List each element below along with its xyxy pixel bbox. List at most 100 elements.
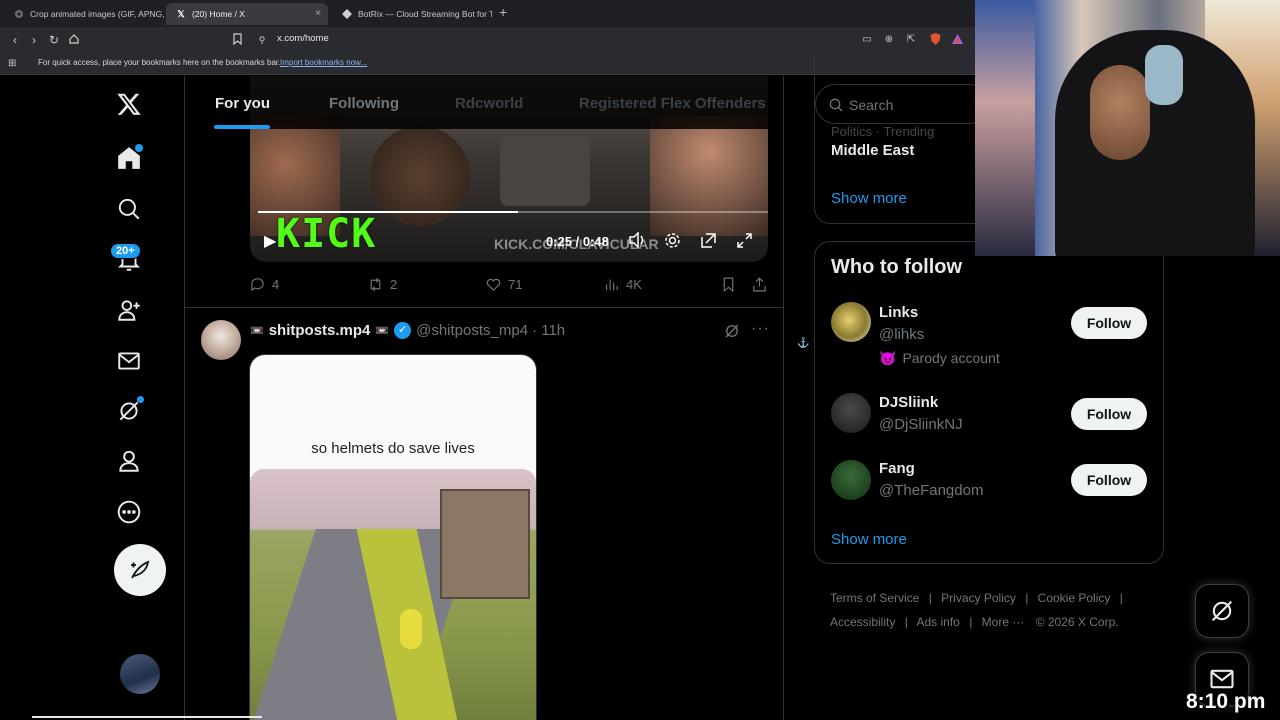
author-avatar[interactable] bbox=[201, 320, 241, 360]
cookie-link[interactable]: Cookie Policy bbox=[1038, 591, 1111, 605]
timeline: For you Following Rdcworld Registered Fl… bbox=[184, 76, 784, 720]
media-caption: so helmets do save lives bbox=[311, 440, 475, 457]
follow-button[interactable]: Follow bbox=[1071, 307, 1147, 339]
account-name[interactable]: Links bbox=[879, 304, 918, 321]
timeline-tabs: For you Following Rdcworld Registered Fl… bbox=[185, 76, 783, 129]
reader-icon[interactable]: ▭ bbox=[860, 33, 874, 47]
unread-dot bbox=[137, 396, 144, 403]
grok-icon[interactable] bbox=[113, 395, 145, 427]
volume-icon[interactable] bbox=[628, 231, 646, 253]
follow-people-icon[interactable] bbox=[113, 294, 145, 326]
author-name[interactable]: shitposts.mp4 bbox=[269, 322, 371, 339]
follow-button[interactable]: Follow bbox=[1071, 464, 1147, 496]
more-link[interactable]: More ··· bbox=[982, 615, 1025, 629]
copyright: © 2026 X Corp. bbox=[1035, 615, 1119, 629]
parody-text: Parody account bbox=[902, 350, 1000, 366]
cursor-icon: ⚓ bbox=[797, 338, 810, 349]
rewards-icon[interactable] bbox=[950, 33, 964, 47]
rider bbox=[400, 609, 422, 649]
browser-tab-crop[interactable]: Crop animated images (GIF, APNG, W bbox=[4, 3, 164, 25]
ads-info-link[interactable]: Ads info bbox=[917, 615, 960, 629]
show-more-trends-link[interactable]: Show more bbox=[831, 190, 907, 207]
bookmark-icon[interactable] bbox=[720, 276, 743, 293]
who-to-follow-title: Who to follow bbox=[831, 256, 963, 278]
post-age[interactable]: · 11h bbox=[532, 322, 565, 339]
account-avatar[interactable] bbox=[831, 460, 871, 500]
heart-icon bbox=[486, 278, 501, 291]
accessibility-link[interactable]: Accessibility bbox=[830, 615, 895, 629]
browser-tab-botrix[interactable]: BotRix — Cloud Streaming Bot for Tw bbox=[332, 3, 492, 25]
site-info-icon[interactable]: ⚲ bbox=[255, 33, 269, 47]
author-handle[interactable]: @shitposts_mp4 bbox=[416, 322, 528, 339]
browser-nav-bar: ‹ › ↻ ⚲ x.com/home ▭ ⊕ ⇱ bbox=[0, 27, 975, 53]
share-icon[interactable] bbox=[751, 276, 774, 293]
views-button[interactable]: 4K bbox=[603, 276, 642, 293]
x-favicon-icon: 𝕏 bbox=[177, 8, 185, 19]
verified-badge-icon: ✓ bbox=[394, 322, 412, 339]
fullscreen-icon[interactable] bbox=[736, 232, 753, 254]
forward-icon[interactable]: › bbox=[27, 33, 41, 47]
repost-button[interactable]: 2 bbox=[367, 276, 397, 293]
x-logo-icon[interactable] bbox=[113, 88, 145, 120]
new-tab-button[interactable]: + bbox=[499, 4, 507, 20]
privacy-link[interactable]: Privacy Policy bbox=[941, 591, 1016, 605]
video-frame-person bbox=[650, 116, 768, 236]
repost-count: 2 bbox=[390, 277, 398, 292]
picture-in-picture-icon[interactable] bbox=[700, 232, 717, 254]
profile-icon[interactable] bbox=[113, 445, 145, 477]
settings-gear-icon[interactable] bbox=[664, 232, 681, 254]
account-handle[interactable]: @lihks bbox=[879, 326, 924, 343]
tab-title: BotRix — Cloud Streaming Bot for Tw bbox=[358, 9, 492, 19]
zoom-icon[interactable]: ⊕ bbox=[882, 33, 896, 47]
unread-dot bbox=[135, 144, 143, 152]
feather-compose-icon bbox=[131, 560, 150, 579]
explore-search-icon[interactable] bbox=[113, 193, 145, 225]
home-icon[interactable] bbox=[113, 142, 145, 174]
address-bar[interactable]: x.com/home bbox=[277, 33, 329, 44]
account-avatar[interactable] bbox=[831, 302, 871, 342]
account-name[interactable]: Fang bbox=[879, 460, 915, 477]
repost-icon bbox=[370, 277, 381, 292]
tab-registered-flex-offenders[interactable]: Registered Flex Offenders bbox=[579, 95, 766, 112]
bookmark-page-icon[interactable] bbox=[230, 33, 244, 47]
apps-grid-icon[interactable]: ⊞ bbox=[8, 58, 16, 69]
close-tab-icon[interactable]: × bbox=[315, 8, 321, 19]
play-icon[interactable]: ▶ bbox=[264, 231, 276, 251]
back-icon[interactable]: ‹ bbox=[8, 33, 22, 47]
grok-floating-button[interactable] bbox=[1195, 584, 1249, 638]
film-strip-icon: 📼 bbox=[250, 325, 264, 337]
compose-post-button[interactable] bbox=[114, 544, 166, 596]
account-avatar[interactable] bbox=[120, 654, 160, 694]
grok-icon bbox=[1211, 600, 1233, 622]
footer-sep: | bbox=[904, 615, 908, 629]
show-more-follow-link[interactable]: Show more bbox=[831, 531, 907, 548]
post-media[interactable]: so helmets do save lives bbox=[249, 354, 537, 720]
scroll-indicator bbox=[32, 716, 262, 718]
grok-explain-icon[interactable] bbox=[723, 322, 741, 345]
tab-following[interactable]: Following bbox=[329, 95, 399, 112]
gif-frame bbox=[250, 469, 536, 720]
account-handle[interactable]: @TheFangdom bbox=[879, 482, 983, 499]
post-more-icon[interactable]: ··· bbox=[751, 320, 770, 338]
browser-tab-x-home[interactable]: 𝕏 (20) Home / X × bbox=[166, 3, 328, 25]
tab-rdcworld[interactable]: Rdcworld bbox=[455, 95, 523, 112]
share-icon[interactable]: ⇱ bbox=[904, 33, 918, 47]
tab-for-you[interactable]: For you bbox=[215, 95, 270, 112]
webcam-overlay bbox=[975, 0, 1280, 256]
brave-shield-icon[interactable] bbox=[928, 33, 942, 47]
follow-button[interactable]: Follow bbox=[1071, 398, 1147, 430]
account-name[interactable]: DJSliink bbox=[879, 394, 938, 411]
notifications-bell-icon[interactable]: 20+ bbox=[110, 243, 145, 276]
reload-icon[interactable]: ↻ bbox=[47, 33, 61, 47]
like-button[interactable]: 71 bbox=[485, 276, 522, 293]
home-icon[interactable] bbox=[67, 33, 81, 47]
trend-title[interactable]: Middle East bbox=[831, 142, 914, 159]
terms-link[interactable]: Terms of Service bbox=[830, 591, 919, 605]
browser-tab-bar: Crop animated images (GIF, APNG, W 𝕏 (20… bbox=[0, 0, 975, 27]
import-bookmarks-link[interactable]: Import bookmarks now... bbox=[280, 58, 367, 67]
more-options-icon[interactable] bbox=[113, 496, 145, 528]
account-handle[interactable]: @DjSliinkNJ bbox=[879, 416, 963, 433]
account-avatar[interactable] bbox=[831, 393, 871, 433]
messages-envelope-icon[interactable] bbox=[113, 345, 145, 377]
reply-button[interactable]: 4 bbox=[249, 276, 279, 293]
